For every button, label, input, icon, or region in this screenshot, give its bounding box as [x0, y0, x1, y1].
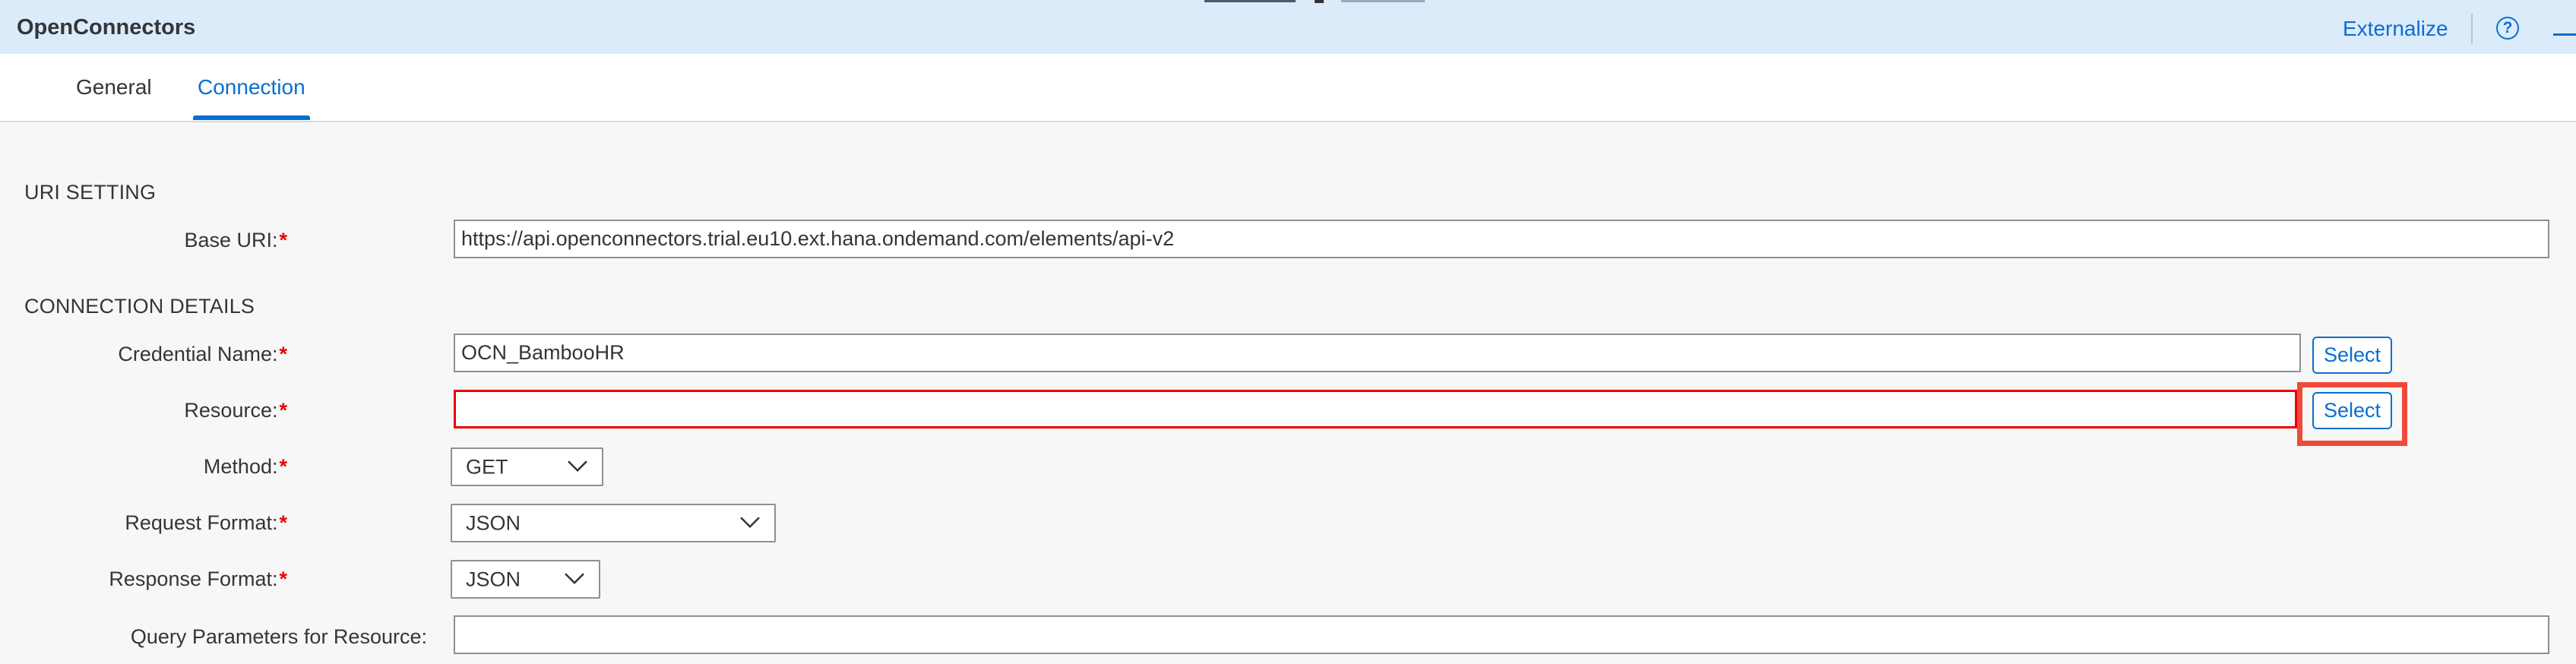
section-title-uri-setting: URI SETTING: [24, 181, 157, 204]
response-format-select-value: JSON: [466, 568, 521, 590]
method-label: Method:*: [203, 455, 287, 478]
response-format-label: Response Format:*: [109, 568, 287, 590]
request-format-select[interactable]: JSON: [451, 504, 776, 542]
resource-label: Resource:*: [184, 399, 287, 422]
base-uri-field[interactable]: https://api.openconnectors.trial.eu10.ex…: [454, 220, 2549, 258]
required-marker: *: [279, 399, 287, 422]
base-uri-label: Base URI:*: [184, 229, 287, 251]
tab-general[interactable]: General: [76, 75, 152, 100]
chevron-down-icon: [565, 572, 584, 584]
request-format-label: Request Format:*: [125, 511, 287, 534]
app-title: OpenConnectors: [17, 15, 196, 40]
section-title-connection-details: CONNECTION DETAILS: [24, 295, 255, 318]
resource-field[interactable]: [454, 390, 2297, 428]
resource-select-button[interactable]: Select: [2312, 392, 2392, 429]
method-select[interactable]: GET: [451, 447, 603, 486]
externalize-link[interactable]: Externalize: [2343, 17, 2448, 41]
header-divider: [2471, 14, 2473, 44]
tab-connection[interactable]: Connection: [198, 75, 305, 100]
tab-bar: General Connection: [0, 54, 2576, 122]
method-select-value: GET: [466, 455, 508, 478]
query-parameters-label: Query Parameters for Resource:: [130, 625, 427, 648]
required-marker: *: [279, 568, 287, 590]
required-marker: *: [279, 229, 287, 251]
chevron-down-icon: [568, 460, 587, 472]
chevron-down-icon: [740, 516, 760, 528]
credential-name-field[interactable]: OCN_BambooHR: [454, 334, 2301, 372]
app-header: OpenConnectors Externalize ?: [0, 0, 2576, 54]
active-tab-indicator: [193, 115, 310, 120]
help-icon[interactable]: ?: [2496, 17, 2519, 40]
minimize-icon[interactable]: [2553, 33, 2576, 36]
window-drag-indicator[interactable]: [1204, 0, 1432, 3]
credential-select-button[interactable]: Select: [2312, 337, 2392, 374]
credential-name-label: Credential Name:*: [118, 343, 287, 365]
query-parameters-field[interactable]: [454, 615, 2549, 654]
request-format-select-value: JSON: [466, 511, 521, 534]
required-marker: *: [279, 511, 287, 534]
required-marker: *: [279, 343, 287, 365]
response-format-select[interactable]: JSON: [451, 560, 600, 599]
required-marker: *: [279, 455, 287, 478]
